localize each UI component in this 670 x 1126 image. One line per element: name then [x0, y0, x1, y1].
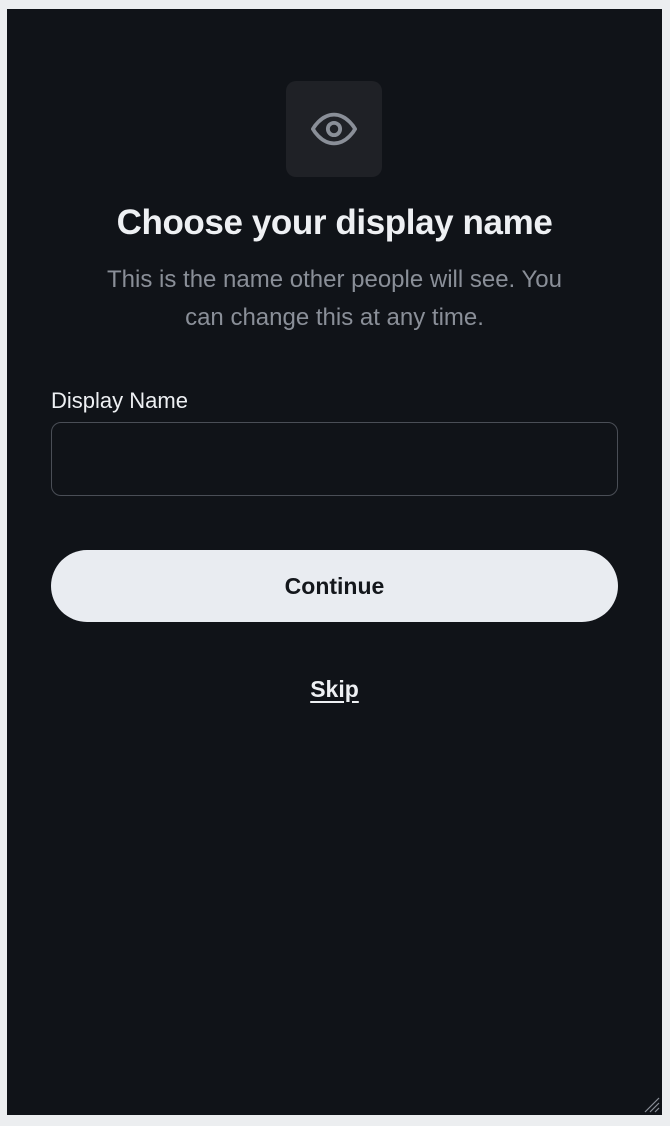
eye-icon — [311, 112, 357, 146]
continue-button[interactable]: Continue — [51, 550, 618, 622]
skip-container: Skip — [7, 673, 662, 709]
skip-link[interactable]: Skip — [310, 676, 359, 702]
display-name-label: Display Name — [51, 388, 188, 413]
resize-grip-icon[interactable] — [642, 1095, 660, 1113]
page-subtitle: This is the name other people will see. … — [107, 266, 562, 331]
display-name-input[interactable] — [51, 422, 618, 496]
app-window: Choose your display name This is the nam… — [7, 9, 662, 1115]
eye-icon-tile — [286, 81, 382, 177]
page-title: Choose your display name — [116, 203, 553, 242]
